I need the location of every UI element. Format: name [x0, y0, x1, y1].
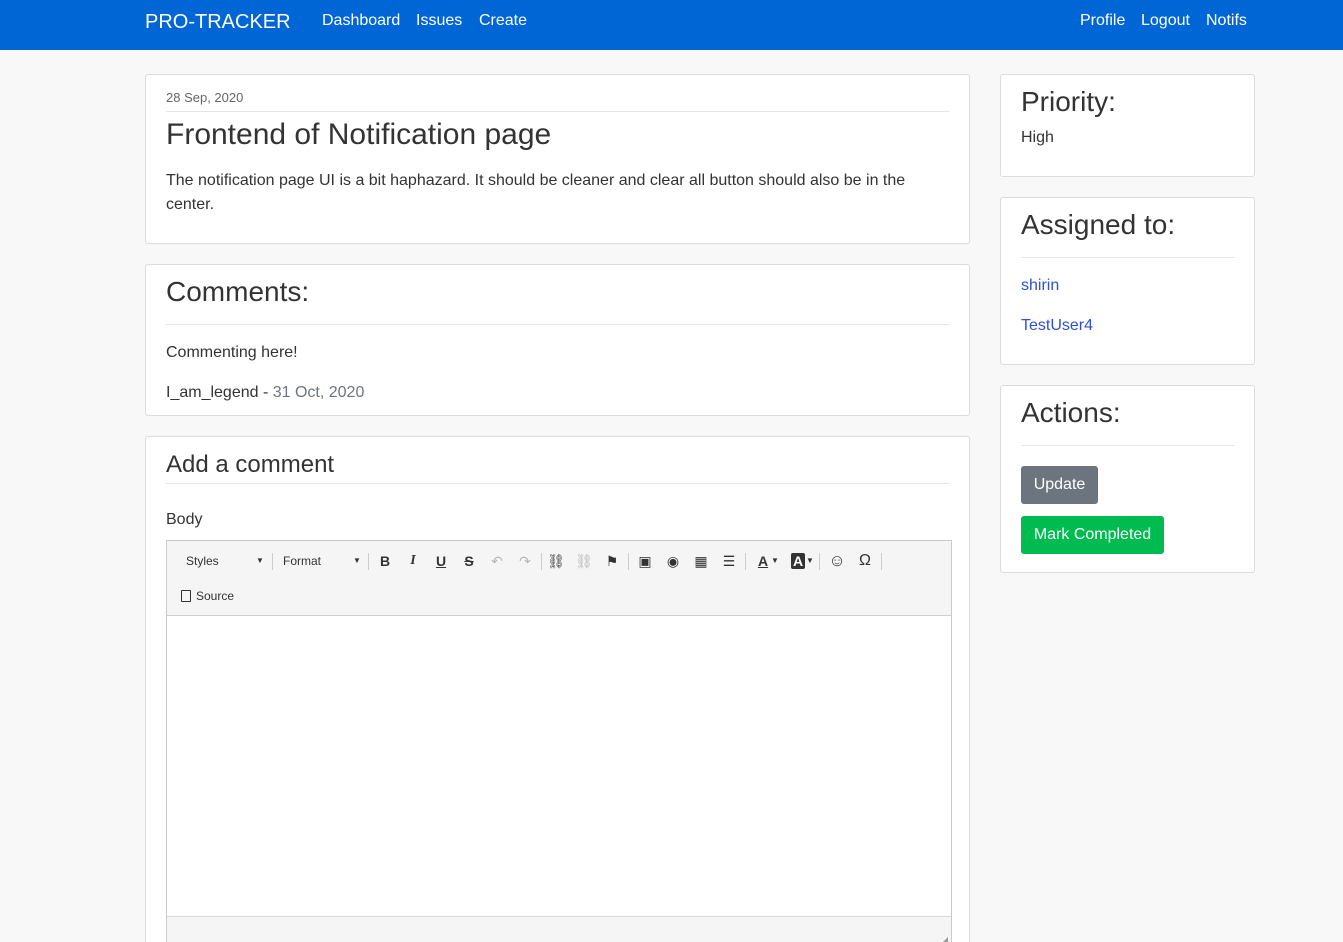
- anchor-icon[interactable]: ⚑: [600, 550, 624, 572]
- underline-icon[interactable]: U: [429, 550, 453, 572]
- source-icon: [181, 590, 191, 602]
- styles-label: Styles: [186, 554, 219, 568]
- toolbar-separator: [541, 553, 542, 570]
- mark-completed-button[interactable]: Mark Completed: [1021, 516, 1164, 554]
- toolbar-separator: [272, 553, 273, 570]
- comment-separator: -: [258, 384, 273, 401]
- toolbar-separator: [881, 553, 882, 570]
- nav-profile[interactable]: Profile: [1080, 12, 1125, 30]
- priority-heading: Priority:: [1021, 86, 1116, 117]
- nav-create[interactable]: Create: [479, 12, 527, 30]
- horizontal-rule-icon[interactable]: ☰: [717, 550, 741, 572]
- issue-description: The notification page UI is a bit haphaz…: [166, 172, 906, 213]
- italic-icon[interactable]: I: [401, 550, 425, 572]
- priority-value: High: [1021, 129, 1054, 146]
- actions-heading: Actions:: [1021, 397, 1121, 428]
- assigned-user-link[interactable]: shirin: [1021, 277, 1059, 295]
- rich-text-editor: Styles ▼ Format ▼ B I U S ↶ ↷ ⛓ ⛓ ⚑ ▣ ◉ …: [166, 540, 952, 942]
- special-character-icon[interactable]: Ω: [853, 550, 877, 572]
- nav-notifs[interactable]: Notifs: [1206, 12, 1247, 30]
- assigned-user-link[interactable]: TestUser4: [1021, 317, 1093, 335]
- chevron-down-icon[interactable]: ▼: [805, 550, 815, 572]
- navbar: PRO-TRACKER Dashboard Issues Create Prof…: [0, 0, 1343, 50]
- chevron-down-icon: ▼: [353, 556, 361, 565]
- issue-title: Frontend of Notification page: [166, 118, 552, 151]
- format-label: Format: [283, 554, 322, 568]
- divider: [166, 111, 950, 112]
- body-label: Body: [166, 511, 203, 528]
- format-dropdown[interactable]: Format ▼: [283, 550, 361, 572]
- brand-link[interactable]: PRO-TRACKER: [145, 11, 291, 34]
- comment-date: 31 Oct, 2020: [272, 384, 365, 401]
- assigned-card: Assigned to: shirin TestUser4: [1000, 197, 1255, 365]
- editor-toolbar: Styles ▼ Format ▼ B I U S ↶ ↷ ⛓ ⛓ ⚑ ▣ ◉ …: [167, 541, 951, 616]
- toolbar-separator: [745, 553, 746, 570]
- divider: [1021, 445, 1235, 446]
- editor-statusbar: [167, 916, 951, 942]
- toolbar-separator: [368, 553, 369, 570]
- priority-card: Priority: High: [1000, 74, 1255, 177]
- issue-card: 28 Sep, 2020 Frontend of Notification pa…: [145, 74, 970, 244]
- strikethrough-icon[interactable]: S: [457, 550, 481, 572]
- background-color-icon: A: [790, 553, 806, 569]
- add-comment-card: Add a comment Body Styles ▼ Format ▼ B I…: [145, 436, 970, 942]
- table-icon[interactable]: ▦: [689, 550, 713, 572]
- styles-dropdown[interactable]: Styles ▼: [186, 550, 266, 572]
- redo-icon[interactable]: ↷: [513, 550, 537, 572]
- resize-handle-icon[interactable]: [939, 937, 948, 942]
- divider: [166, 324, 950, 325]
- source-label: Source: [196, 589, 235, 603]
- actions-card: Actions: Update Mark Completed: [1000, 385, 1255, 573]
- unlink-icon[interactable]: ⛓: [572, 550, 596, 572]
- comments-heading: Comments:: [166, 276, 310, 307]
- editor-content-area[interactable]: [167, 616, 951, 916]
- bold-icon[interactable]: B: [373, 550, 397, 572]
- comment-meta: I_am_legend - 31 Oct, 2020: [166, 384, 364, 402]
- link-icon[interactable]: ⛓: [544, 550, 568, 572]
- issue-date: 28 Sep, 2020: [166, 90, 244, 105]
- undo-icon[interactable]: ↶: [485, 550, 509, 572]
- update-button[interactable]: Update: [1021, 466, 1098, 504]
- smiley-icon[interactable]: ☺: [825, 550, 849, 572]
- comments-card: Comments: Commenting here! I_am_legend -…: [145, 264, 970, 416]
- add-comment-heading: Add a comment: [166, 451, 335, 478]
- divider: [1021, 257, 1235, 258]
- flash-icon[interactable]: ◉: [661, 550, 685, 572]
- image-icon[interactable]: ▣: [633, 550, 657, 572]
- nav-dashboard[interactable]: Dashboard: [322, 12, 400, 30]
- nav-logout[interactable]: Logout: [1141, 12, 1190, 30]
- toolbar-separator: [628, 553, 629, 570]
- comment-author: I_am_legend: [166, 384, 259, 401]
- comment-text: Commenting here!: [166, 344, 298, 361]
- divider: [166, 483, 950, 484]
- assigned-heading: Assigned to:: [1021, 209, 1176, 240]
- chevron-down-icon: ▼: [256, 556, 264, 565]
- source-button[interactable]: Source: [181, 586, 234, 606]
- nav-issues[interactable]: Issues: [416, 12, 462, 30]
- toolbar-separator: [819, 553, 820, 570]
- chevron-down-icon[interactable]: ▼: [770, 550, 780, 572]
